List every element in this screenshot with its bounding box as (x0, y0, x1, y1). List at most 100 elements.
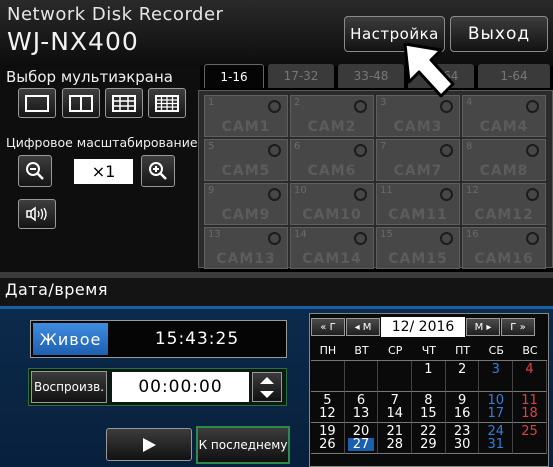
zoom-out-button[interactable] (18, 155, 52, 187)
day-number: 15 (420, 406, 437, 421)
9-screen-layout-icon (112, 94, 136, 112)
camera-tile[interactable]: 3 CAM3 (376, 95, 460, 137)
calendar-day[interactable]: 1 (412, 361, 446, 392)
calendar-day[interactable]: 2 (445, 361, 480, 392)
settings-button[interactable]: Настройка (344, 16, 445, 52)
camera-grid: 1 CAM1 2 CAM2 3 CAM3 4 CAM4 5 CAM5 6 CAM6 7 CAM7 8 CAM8… (198, 90, 553, 269)
prev-month-button[interactable]: ◂ М (346, 318, 380, 336)
camera-number: 4 (466, 97, 473, 108)
calendar-day[interactable]: 4 (513, 361, 547, 392)
calendar-day[interactable]: 8 15 (412, 392, 446, 423)
day-number: 30 (453, 437, 471, 452)
layout-16-button[interactable] (148, 88, 186, 118)
zoom-label: Цифровое масштабирование (6, 135, 198, 150)
playback-time-spinner[interactable] (252, 372, 282, 402)
layout-1-button[interactable] (18, 88, 56, 118)
16-screen-layout-icon (155, 94, 179, 112)
calendar-day[interactable]: 3 (479, 361, 514, 392)
camera-tile[interactable]: 12 CAM12 (462, 183, 546, 225)
camera-number: 3 (380, 97, 387, 108)
calendar-day[interactable]: 7 14 (378, 392, 413, 423)
layout-4-button[interactable] (62, 88, 100, 118)
calendar-day[interactable] (344, 361, 379, 392)
camera-tile[interactable]: 11 CAM11 (376, 183, 460, 225)
calendar-day[interactable]: 9 16 (445, 392, 480, 423)
camera-tile[interactable]: 16 CAM16 (462, 227, 546, 269)
camera-tile[interactable]: 9 CAM9 (204, 183, 288, 225)
camera-tile[interactable]: 10 CAM10 (290, 183, 374, 225)
live-time-display: 15:43:25 (154, 329, 240, 349)
spinner-down-icon[interactable] (260, 390, 274, 398)
calendar-day[interactable] (378, 361, 413, 392)
calendar-day[interactable]: 24 31 (479, 423, 514, 454)
calendar-day[interactable]: 5 12 (311, 392, 345, 423)
audio-button[interactable] (18, 199, 56, 229)
calendar-day[interactable]: 23 30 (445, 423, 480, 454)
zoom-in-button[interactable] (141, 155, 175, 187)
multiscreen-label: Выбор мультиэкрана (6, 68, 173, 86)
camera-number: 11 (380, 185, 393, 196)
calendar-day[interactable]: 10 17 (479, 392, 514, 423)
camera-name: CAM3 (393, 119, 443, 135)
live-button[interactable]: Живое (33, 323, 108, 355)
playback-time-field[interactable]: 00:00:00 (112, 372, 249, 402)
camera-number: 14 (294, 229, 307, 240)
camera-number: 7 (380, 141, 387, 152)
camera-tile[interactable]: 4 CAM4 (462, 95, 546, 137)
camera-number: 2 (294, 97, 301, 108)
go-to-last-button[interactable]: К последнему (196, 426, 290, 464)
camera-name: CAM2 (307, 119, 357, 135)
camera-name: CAM6 (307, 163, 357, 179)
camera-tile[interactable]: 5 CAM5 (204, 139, 288, 181)
next-year-button[interactable]: Г » (501, 318, 535, 336)
tab-17-32[interactable]: 17-32 (268, 64, 334, 88)
camera-tile[interactable]: 14 CAM14 (290, 227, 374, 269)
camera-name: CAM14 (302, 251, 362, 267)
calendar-day[interactable]: 21 28 (378, 423, 413, 454)
calendar-day[interactable] (311, 361, 345, 392)
calendar-day[interactable]: 22 29 (412, 423, 446, 454)
tab-1-64[interactable]: 1-64 (478, 64, 550, 88)
day-number: 17 (487, 406, 505, 421)
tab-1-16[interactable]: 1-16 (204, 64, 264, 88)
day-number: 1 (424, 362, 433, 377)
camera-status-icon (354, 232, 367, 245)
calendar-day[interactable]: 11 18 (513, 392, 547, 423)
day-number: 13 (352, 406, 370, 421)
camera-status-icon (440, 144, 453, 157)
prev-year-button[interactable]: « Г (311, 318, 345, 336)
camera-tile[interactable]: 15 CAM15 (376, 227, 460, 269)
day-number: 2 (457, 362, 467, 377)
camera-name: CAM9 (221, 207, 271, 223)
tab-33-48[interactable]: 33-48 (338, 64, 404, 88)
day-number: 14 (386, 406, 403, 421)
zoom-out-icon (26, 162, 44, 180)
weekday-header: ВС (513, 341, 547, 361)
calendar-day[interactable]: 25 (513, 423, 547, 454)
exit-button[interactable]: Выход (450, 16, 548, 52)
weekday-header: ПН (311, 341, 345, 361)
camera-status-icon (268, 232, 281, 245)
camera-status-icon (268, 144, 281, 157)
camera-number: 13 (208, 229, 221, 240)
camera-tile[interactable]: 6 CAM6 (290, 139, 374, 181)
calendar-day[interactable]: 19 26 (311, 423, 345, 454)
next-month-button[interactable]: М ▸ (466, 318, 500, 336)
day-number: 16 (453, 406, 471, 421)
calendar-day[interactable]: 6 13 (344, 392, 379, 423)
calendar-day[interactable]: 20 27 (344, 423, 379, 454)
spinner-up-icon[interactable] (260, 376, 274, 384)
camera-tile[interactable]: 1 CAM1 (204, 95, 288, 137)
camera-tile[interactable]: 2 CAM2 (290, 95, 374, 137)
datetime-title: Дата/время (5, 280, 108, 299)
camera-tile[interactable]: 7 CAM7 (376, 139, 460, 181)
camera-number: 12 (466, 185, 479, 196)
layout-9-button[interactable] (105, 88, 143, 118)
tab-49-64[interactable]: 49-64 (408, 64, 474, 88)
play-button[interactable] (106, 428, 192, 461)
4-screen-layout-icon (69, 94, 93, 112)
camera-tile[interactable]: 13 CAM13 (204, 227, 288, 269)
camera-status-icon (354, 100, 367, 113)
playback-button[interactable]: Воспроизв. (31, 371, 107, 403)
camera-tile[interactable]: 8 CAM8 (462, 139, 546, 181)
